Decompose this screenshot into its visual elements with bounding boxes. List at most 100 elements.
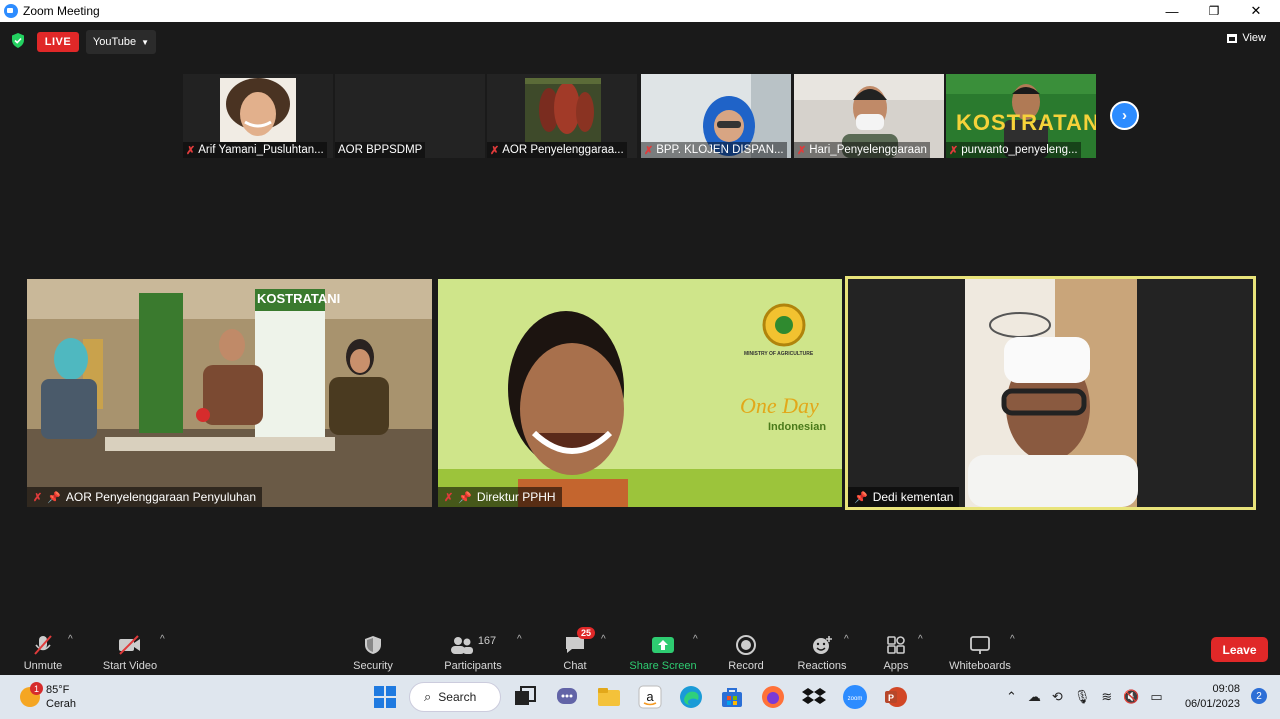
participant-name: AOR Penyelenggaraan Penyuluhan: [65, 490, 257, 504]
security-button[interactable]: Security: [350, 628, 396, 672]
meeting-toolbar: Unmute ^ Start Video ^ Security 167 Part…: [0, 622, 1280, 674]
weather-badge: 1: [30, 682, 43, 695]
participant-nameplate: ✗ purwanto_penyeleng...: [946, 142, 1081, 158]
stream-dropdown[interactable]: YouTube ▼: [86, 30, 156, 54]
apps-caret-icon[interactable]: ^: [918, 634, 923, 645]
participant-nameplate: ✗ Hari_Penyelenggaraan: [794, 142, 930, 158]
mic-muted-icon: ✗: [797, 144, 807, 157]
participants-label: Participants: [444, 660, 502, 672]
taskbar-search[interactable]: ⌕ Search: [409, 682, 501, 712]
weather-desc: Cerah: [46, 698, 76, 710]
participant-nameplate: ✗ Arif Yamani_Pusluhtan...: [183, 142, 327, 158]
participant-name: AOR Penyelenggaraa...: [502, 144, 624, 156]
apps-button[interactable]: Apps: [880, 628, 912, 672]
participant-nameplate: 📌 Dedi kementan: [848, 487, 960, 507]
poster-text: KOSTRATANI: [257, 291, 341, 306]
record-button[interactable]: Record: [726, 628, 766, 672]
clock-date: 06/01/2023: [1184, 698, 1240, 710]
windows-start-icon[interactable]: [373, 685, 397, 709]
maximize-button[interactable]: ❐: [1192, 0, 1236, 22]
meeting-topbar: LIVE YouTube ▼ View: [0, 22, 1280, 62]
participant-nameplate: ✗ 📌 Direktur PPHH: [438, 487, 562, 507]
share-caret-icon[interactable]: ^: [693, 634, 698, 645]
close-button[interactable]: ✕: [1234, 0, 1278, 22]
view-grid-icon: [1227, 33, 1238, 43]
chevron-up-icon[interactable]: ⌃: [1006, 689, 1017, 705]
video-off-icon: [119, 635, 140, 655]
search-icon: ⌕: [424, 689, 432, 704]
weather-widget[interactable]: 1 85°F Cerah: [20, 682, 76, 711]
notification-badge[interactable]: 2: [1251, 688, 1267, 704]
slide-title: One Day: [740, 393, 819, 418]
firefox-icon[interactable]: [761, 685, 785, 709]
record-label: Record: [728, 660, 764, 672]
video-tile-speaker[interactable]: MINISTRY OF AGRICULTURE One Day Indonesi…: [438, 279, 842, 507]
zoom-app-icon[interactable]: zoom: [843, 685, 867, 709]
wifi-icon[interactable]: ≋: [1101, 689, 1112, 705]
reactions-icon: [813, 636, 832, 654]
view-button[interactable]: View: [1227, 32, 1266, 44]
audio-options-caret-icon[interactable]: ^: [68, 634, 73, 645]
file-explorer-icon[interactable]: [597, 685, 621, 709]
live-badge[interactable]: LIVE: [37, 32, 79, 52]
video-tile-active[interactable]: 📌 Dedi kementan: [845, 276, 1256, 510]
reactions-caret-icon[interactable]: ^: [844, 634, 849, 645]
apps-icon: [887, 636, 905, 654]
participant-video: [848, 279, 1253, 507]
share-screen-button[interactable]: Share Screen: [628, 628, 698, 672]
chat-caret-icon[interactable]: ^: [601, 634, 606, 645]
pin-icon: 📌: [47, 491, 61, 504]
thumbnail-participant[interactable]: ✗ BPP. KLOJEN DISPAN...: [641, 74, 791, 158]
amazon-icon[interactable]: a: [638, 685, 662, 709]
whiteboards-caret-icon[interactable]: ^: [1010, 634, 1015, 645]
participant-name: AOR BPPSDMP: [338, 144, 423, 156]
whiteboards-button[interactable]: Whiteboards: [946, 628, 1014, 672]
minimize-button[interactable]: —: [1150, 0, 1194, 22]
video-tile-room[interactable]: KOSTRATANI ✗ 📌 AOR Penyelenggaraan Penyu…: [27, 279, 432, 507]
window-title: Zoom Meeting: [23, 4, 100, 18]
participants-button[interactable]: 167 Participants: [440, 628, 506, 672]
thumbnail-participant[interactable]: AOR BPPSDMP: [335, 74, 485, 158]
zoom-logo-icon: [4, 4, 18, 18]
reactions-label: Reactions: [797, 660, 847, 672]
participants-icon: [450, 637, 473, 654]
shield-icon: [365, 636, 381, 654]
leave-button[interactable]: Leave: [1211, 637, 1268, 662]
next-page-button[interactable]: ›: [1110, 101, 1139, 130]
video-options-caret-icon[interactable]: ^: [160, 634, 165, 645]
mic-muted-icon: ✗: [33, 491, 43, 504]
microphone-icon[interactable]: 🎙: [1074, 689, 1091, 705]
start-video-button[interactable]: Start Video: [100, 628, 160, 672]
thumbnail-participant[interactable]: ✗ AOR Penyelenggaraa...: [487, 74, 637, 158]
sync-icon[interactable]: ⟲: [1052, 689, 1063, 705]
dropbox-icon[interactable]: [802, 685, 826, 709]
clock[interactable]: 09:08 06/01/2023: [1185, 682, 1240, 712]
thumbnail-participant[interactable]: ✗ Hari_Penyelenggaraan: [794, 74, 944, 158]
edge-browser-icon[interactable]: [679, 685, 703, 709]
participant-video: [27, 279, 432, 507]
mic-muted-icon: ✗: [949, 144, 959, 157]
slide-text: MINISTRY OF AGRICULTURE: [744, 351, 814, 357]
mic-muted-icon: ✗: [186, 144, 196, 157]
unmute-button[interactable]: Unmute: [18, 628, 68, 672]
chat-button[interactable]: 25 Chat: [560, 627, 596, 672]
caret-down-icon: ▼: [141, 37, 150, 47]
powerpoint-icon[interactable]: P: [884, 685, 908, 709]
volume-muted-icon[interactable]: 🔇: [1123, 689, 1139, 705]
onedrive-icon[interactable]: ☁: [1028, 689, 1041, 705]
sun-icon: 1: [20, 682, 43, 707]
participants-caret-icon[interactable]: ^: [517, 634, 522, 645]
mic-muted-icon: ✗: [490, 144, 500, 157]
store-icon[interactable]: [720, 685, 744, 709]
reactions-button[interactable]: Reactions: [795, 628, 849, 672]
thumbnail-participant[interactable]: KOSTRATANI ✗ purwanto_penyeleng...: [946, 74, 1096, 158]
thumbnail-participant[interactable]: ✗ Arif Yamani_Pusluhtan...: [183, 74, 333, 158]
task-view-icon[interactable]: [513, 685, 537, 709]
participant-name: Dedi kementan: [872, 490, 954, 504]
participant-name: Direktur PPHH: [476, 490, 556, 504]
encryption-shield-icon[interactable]: [11, 33, 25, 48]
pin-icon: 📌: [458, 491, 472, 504]
battery-icon[interactable]: ▭: [1150, 689, 1162, 705]
teams-chat-icon[interactable]: [555, 685, 579, 709]
participant-nameplate: AOR BPPSDMP: [335, 142, 426, 158]
